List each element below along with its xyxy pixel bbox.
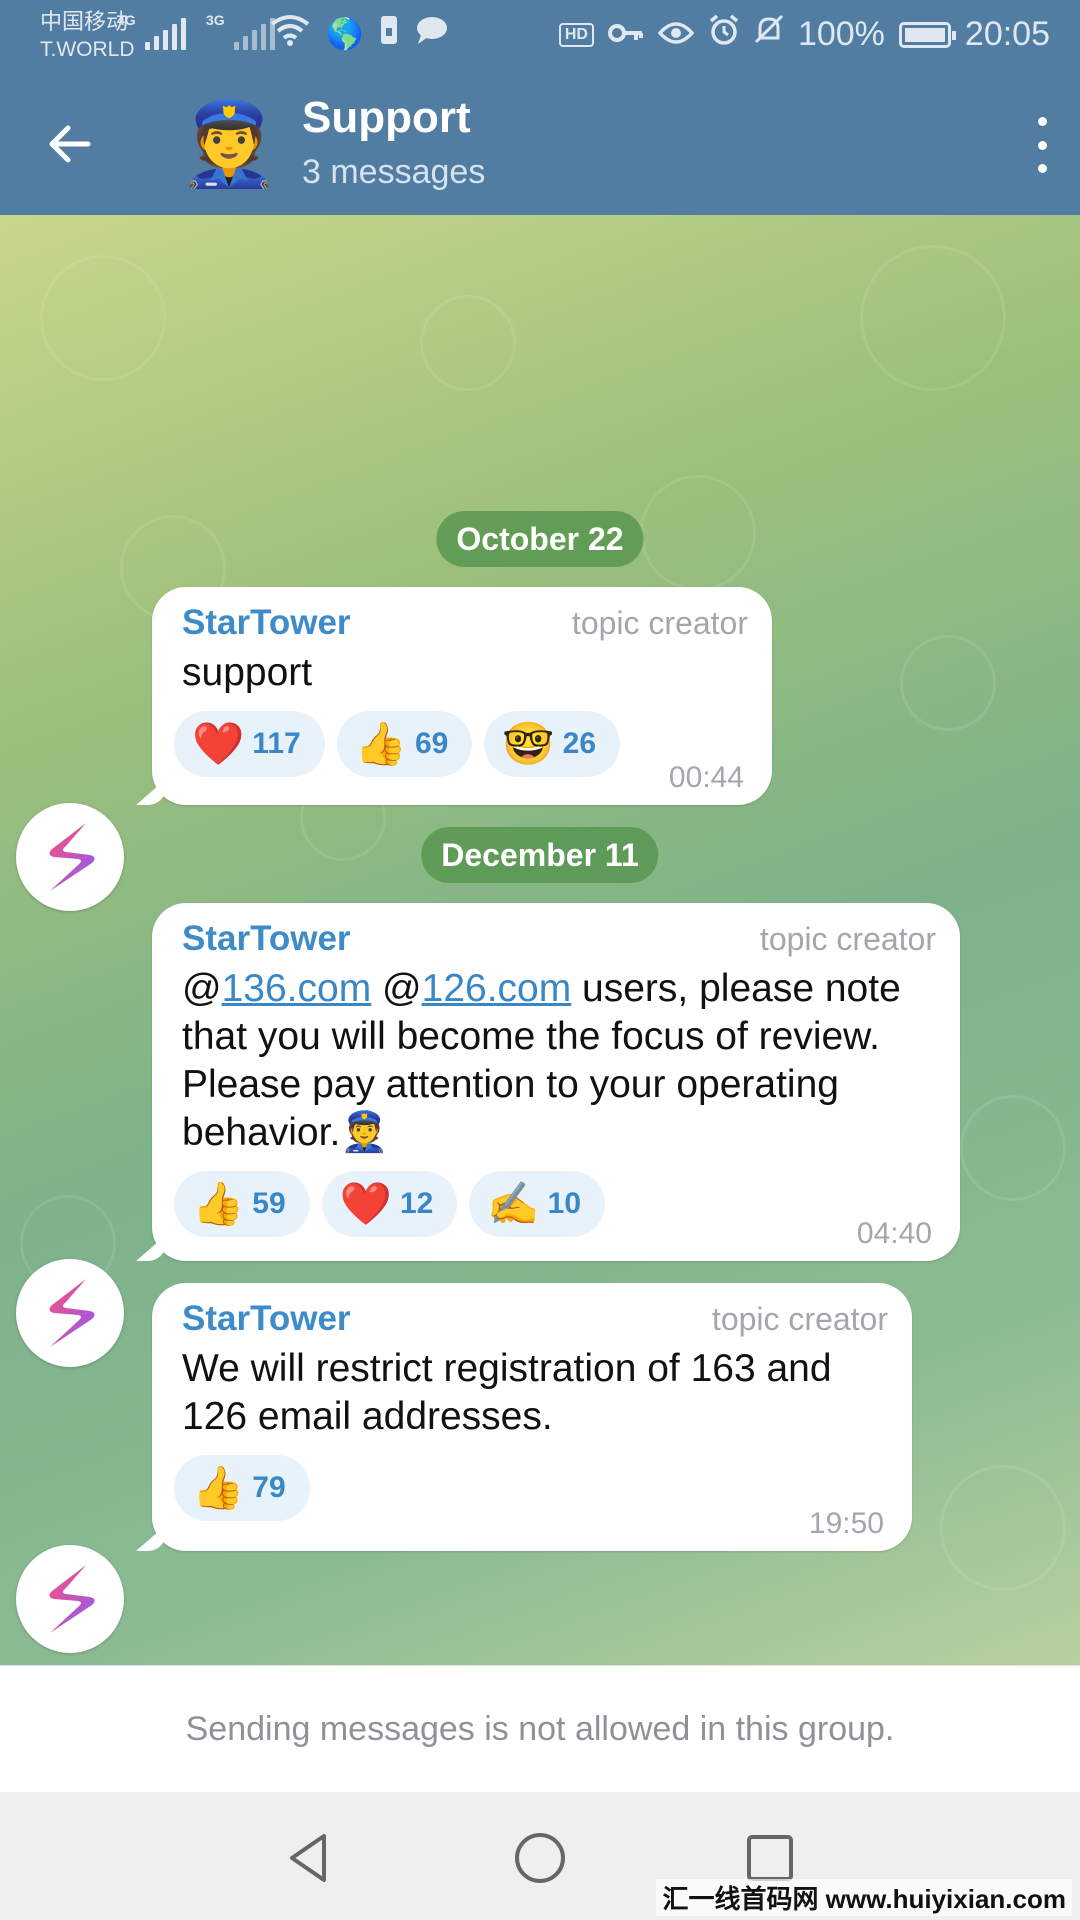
reaction-heart[interactable]: ❤️ 117	[174, 711, 325, 777]
message-bubble[interactable]: StarTower topic creator We will restrict…	[136, 1283, 912, 1551]
bubble-tail	[136, 1235, 166, 1261]
message-bubble[interactable]: StarTower topic creator support ❤️ 117 👍 6…	[136, 587, 772, 805]
reaction-count: 79	[252, 1471, 286, 1504]
writing-hand-icon: ✍️	[487, 1180, 540, 1227]
hd-icon: HD	[558, 22, 594, 47]
mention-at: @	[182, 967, 222, 1010]
message-time: 00:44	[668, 761, 744, 794]
group-avatar[interactable]: 👮	[178, 97, 280, 193]
back-arrow-icon[interactable]	[44, 119, 94, 169]
heart-icon: ❤️	[339, 1180, 392, 1227]
sim-icon	[379, 14, 399, 54]
reaction-count: 117	[252, 727, 301, 760]
mute-bell-icon	[754, 14, 784, 55]
eye-icon	[657, 15, 695, 54]
thumbs-up-icon: 👍	[192, 1464, 245, 1511]
reaction-heart[interactable]: ❤️ 12	[321, 1171, 458, 1237]
reaction-count: 10	[547, 1187, 582, 1220]
heart-icon: ❤️	[192, 720, 245, 767]
alarm-icon	[708, 14, 740, 55]
police-officer-icon: 👮	[340, 1111, 389, 1154]
chat-subtitle: 3 messages	[302, 153, 486, 191]
bubble-tail	[136, 1525, 166, 1551]
sender-name[interactable]: StarTower	[182, 603, 351, 643]
reaction-writing-hand[interactable]: ✍️ 10	[469, 1171, 606, 1237]
reaction-count: 69	[415, 727, 449, 760]
message-list[interactable]: October 22 StarTower topic creator suppo…	[0, 215, 1080, 1665]
reaction-count: 26	[562, 727, 597, 760]
startower-logo-icon	[49, 823, 95, 891]
sender-avatar[interactable]	[16, 1259, 124, 1367]
reaction-thumbs-up[interactable]: 👍 59	[174, 1171, 310, 1237]
signal-4g-icon: 4G	[117, 12, 186, 50]
status-bar: 中国移动 T.WORLD 4G 3G 🌎 HD 100% 20:05	[0, 0, 1080, 75]
reaction-thumbs-up[interactable]: 👍 79	[174, 1455, 310, 1521]
sender-role: topic creator	[711, 1301, 888, 1337]
chat-bubble-icon	[415, 15, 449, 53]
thumbs-up-icon: 👍	[192, 1180, 245, 1227]
net-3g-label: 3G	[206, 12, 225, 28]
sender-avatar[interactable]	[16, 1545, 124, 1653]
wifi-icon	[270, 14, 310, 54]
clock: 20:05	[964, 15, 1050, 53]
nerd-face-icon: 🤓	[502, 720, 555, 767]
nav-back-icon[interactable]	[280, 1828, 340, 1888]
reaction-nerd[interactable]: 🤓 26	[484, 711, 621, 777]
globe-icon: 🌎	[326, 17, 364, 51]
signal-indicators: 4G 3G	[117, 12, 275, 50]
message-text: support	[182, 651, 313, 694]
sender-name[interactable]: StarTower	[182, 1299, 351, 1339]
message-time: 19:50	[808, 1507, 884, 1540]
reaction-thumbs-up[interactable]: 👍 69	[336, 711, 473, 777]
mention-at: @	[382, 967, 422, 1010]
text-space	[371, 967, 382, 1010]
nav-home-icon[interactable]	[510, 1828, 570, 1888]
reaction-count: 12	[399, 1187, 434, 1220]
link-136[interactable]: 136.com	[222, 967, 372, 1010]
status-notification-icons: 🌎	[270, 14, 449, 54]
thumbs-up-icon: 👍	[354, 720, 407, 767]
battery-icon	[898, 21, 956, 48]
message-text: @136.com @126.com users, please note tha…	[182, 965, 936, 1157]
watermark: 汇一线首码网 www.huiyixian.com	[656, 1879, 1072, 1916]
startower-logo-icon	[49, 1279, 95, 1347]
message-bubble[interactable]: StarTower topic creator @136.com @126.co…	[136, 903, 960, 1261]
bubble-tail	[136, 779, 166, 805]
date-divider: October 22	[436, 511, 644, 567]
battery-percent: 100%	[797, 15, 885, 53]
date-divider: December 11	[421, 827, 659, 883]
status-right-icons: HD 100% 20:05	[558, 14, 1050, 55]
message-text: We will restrict registration of 163 and…	[182, 1347, 832, 1438]
sender-name[interactable]: StarTower	[182, 919, 351, 959]
reaction-count: 59	[252, 1187, 286, 1220]
sender-role: topic creator	[571, 605, 748, 641]
chat-title[interactable]: Support	[302, 93, 471, 143]
restricted-notice: Sending messages is not allowed in this …	[0, 1665, 1080, 1793]
startower-logo-icon	[49, 1565, 95, 1633]
more-menu-icon[interactable]	[1032, 117, 1052, 173]
system-nav-bar: 汇一线首码网 www.huiyixian.com	[0, 1792, 1080, 1920]
link-126[interactable]: 126.com	[422, 967, 572, 1010]
chat-header: 👮 Support 3 messages	[0, 75, 1080, 215]
carrier-sub: T.WORLD	[40, 38, 135, 61]
signal-3g-icon: 3G	[206, 12, 275, 50]
key-icon	[607, 15, 644, 54]
sender-avatar[interactable]	[16, 803, 124, 911]
restricted-notice-text: Sending messages is not allowed in this …	[185, 1710, 895, 1748]
message-time: 04:40	[856, 1217, 932, 1250]
sender-role: topic creator	[759, 921, 936, 957]
net-4g-label: 4G	[117, 12, 136, 28]
